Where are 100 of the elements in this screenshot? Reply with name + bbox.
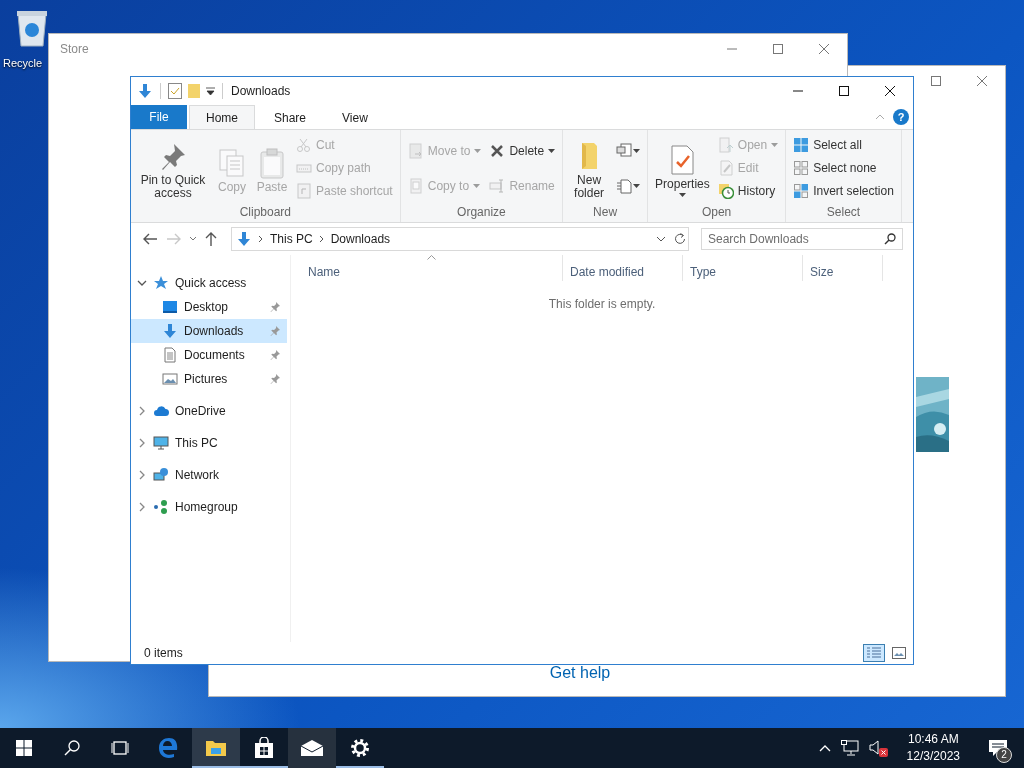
maximize-icon	[773, 44, 783, 54]
ribbon-button[interactable]: History	[714, 180, 782, 203]
group-label: Select	[825, 204, 862, 219]
arrow-right-icon	[167, 233, 181, 245]
tree-item[interactable]: OneDrive	[131, 399, 287, 423]
download-icon	[236, 231, 252, 247]
ribbon-tab[interactable]: View	[325, 105, 385, 129]
breadcrumb[interactable]: This PC	[270, 232, 313, 246]
ribbon-button[interactable]: Pin to Quick access	[135, 136, 211, 200]
ribbon-tab[interactable]: Home	[189, 105, 255, 129]
file-tab[interactable]: File	[131, 105, 187, 129]
taskbar-app-button[interactable]	[192, 728, 240, 768]
document-icon	[162, 347, 178, 363]
chevron-up-icon[interactable]	[818, 744, 831, 752]
help-button[interactable]: ?	[893, 109, 909, 125]
grid-icon	[793, 160, 810, 176]
arrow-left-icon	[143, 233, 157, 245]
search-field[interactable]: Search Downloads	[701, 228, 903, 250]
star-icon	[153, 275, 169, 291]
view-button[interactable]	[863, 644, 885, 662]
document-icon	[407, 177, 424, 194]
chevron-down-icon[interactable]	[137, 278, 147, 288]
chevron-right-icon[interactable]	[137, 470, 147, 480]
breadcrumb[interactable]: Downloads	[330, 232, 391, 246]
ribbon-tab[interactable]: Share	[257, 105, 324, 129]
download-icon[interactable]	[137, 83, 153, 99]
recycle-bin-icon[interactable]	[14, 8, 50, 48]
ribbon-button[interactable]: Delete	[486, 139, 559, 162]
tree-item[interactable]: Network	[131, 463, 287, 487]
tree-item[interactable]: This PC	[131, 431, 287, 455]
circles-icon	[153, 499, 169, 515]
shortcut-icon	[296, 183, 312, 200]
network-icon[interactable]	[840, 740, 859, 756]
scissors-icon	[296, 136, 312, 153]
window-title: Store	[59, 42, 90, 56]
empty-folder-message: This folder is empty.	[547, 297, 657, 311]
shopping-bag-icon	[254, 737, 274, 759]
rename-icon	[489, 177, 506, 194]
ribbon-button[interactable]: New folder	[567, 136, 612, 200]
ribbon-button[interactable]: Properties	[652, 139, 713, 197]
search-icon	[64, 740, 80, 756]
tree-item[interactable]: Documents	[131, 343, 287, 367]
chevron-down-icon[interactable]	[656, 236, 666, 242]
group-label: Open	[700, 204, 733, 219]
address-bar[interactable]: This PC Downloads	[231, 227, 689, 251]
group-label: Clipboard	[238, 204, 293, 219]
cloud-icon	[153, 403, 169, 419]
column-header[interactable]: Date modified	[563, 255, 683, 281]
desktop-icon-label[interactable]: Recycle	[3, 57, 43, 69]
delete-icon	[489, 142, 506, 159]
notifications-button[interactable]: 2	[978, 728, 1018, 768]
up-button[interactable]	[203, 232, 219, 246]
documents-icon	[616, 142, 633, 159]
window-title: Downloads	[231, 84, 292, 98]
maximize-icon	[839, 86, 849, 96]
browser-icon	[157, 737, 179, 759]
grid-icon	[793, 183, 810, 200]
ribbon-button[interactable]: Invert selection	[790, 180, 897, 203]
customize-caret-icon[interactable]	[206, 87, 215, 95]
tree-item[interactable]: Homegroup	[131, 495, 287, 519]
chevron-right-icon[interactable]	[137, 502, 147, 512]
tree-item[interactable]: Pictures	[131, 367, 287, 391]
taskbar-app-button[interactable]	[288, 728, 336, 768]
ribbon-button[interactable]: Select none	[790, 157, 897, 179]
chevron-right-icon[interactable]	[137, 438, 147, 448]
back-button[interactable]	[141, 233, 159, 245]
notification-badge: 2	[996, 747, 1012, 763]
history-icon	[717, 183, 734, 200]
large-icons-view-icon	[892, 647, 906, 659]
maximize-icon	[931, 76, 941, 86]
close-icon	[977, 76, 987, 86]
chevron-down-icon[interactable]	[189, 236, 197, 242]
screen-icon	[162, 299, 178, 315]
muted-speaker-icon[interactable]	[868, 739, 889, 757]
checklist-icon[interactable]	[168, 83, 182, 99]
tree-item[interactable]: Desktop	[131, 295, 287, 319]
image-icon	[162, 371, 178, 387]
document-icon	[616, 177, 633, 194]
chevron-right-icon[interactable]	[137, 406, 147, 416]
start-icon	[16, 740, 32, 756]
edit-icon	[717, 160, 734, 176]
move-icon	[407, 142, 424, 159]
column-header[interactable]: Name	[301, 255, 563, 281]
column-header[interactable]: Size	[803, 255, 883, 281]
chevron-right-icon	[318, 235, 325, 243]
monitor-icon	[153, 435, 169, 451]
get-help-link[interactable]: Get help	[549, 664, 611, 682]
group-label: New	[592, 204, 619, 219]
task-view-icon	[110, 741, 130, 755]
ribbon-button[interactable]: Select all	[790, 133, 897, 156]
column-header[interactable]: Type	[683, 255, 803, 281]
tree-item[interactable]: Downloads	[131, 319, 287, 343]
close-icon	[885, 86, 895, 96]
clock[interactable]: 10:46 AM 12/3/2023	[898, 731, 968, 765]
refresh-icon[interactable]	[674, 233, 686, 245]
arrow-up-icon	[205, 232, 217, 246]
close-icon	[819, 44, 829, 54]
tree-item[interactable]: Quick access	[131, 271, 287, 295]
item-count: 0 items	[144, 646, 184, 660]
network-icon	[153, 467, 169, 483]
